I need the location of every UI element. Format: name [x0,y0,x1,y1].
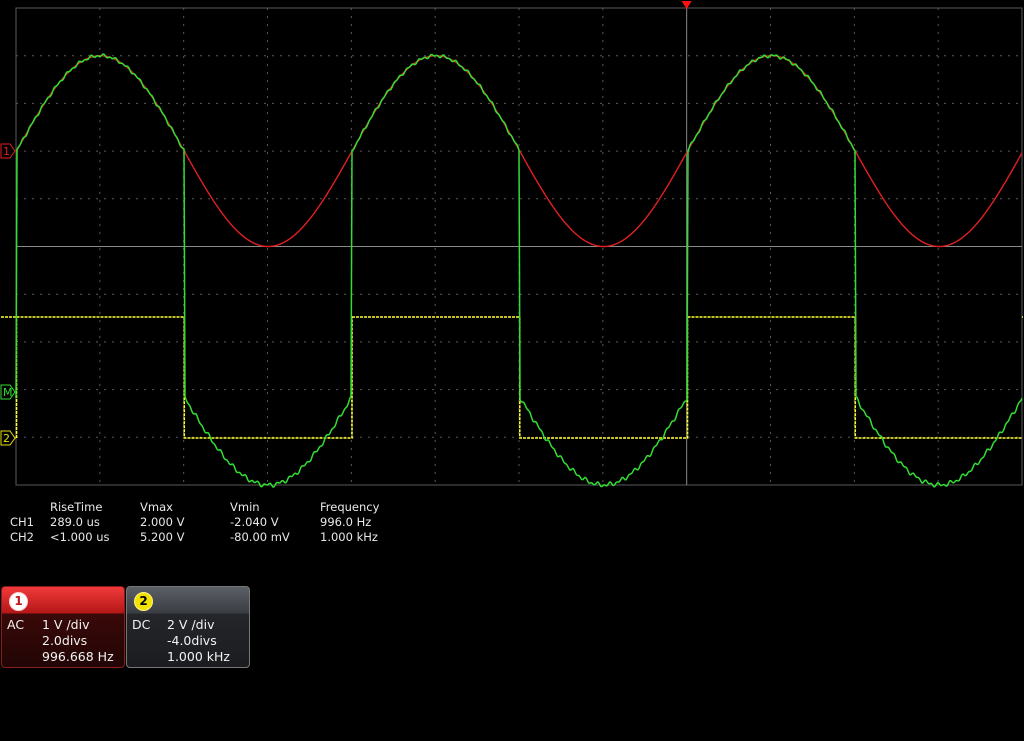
header-risetime: RiseTime [50,500,103,514]
risetime-value: <1.000 us [50,530,110,544]
channel-1-scale: 1 V /div [42,617,90,632]
header-frequency: Frequency [320,500,380,514]
channel-2-offset: -4.0divs [167,633,217,648]
header-vmax: Vmax [140,500,173,514]
math-marker: M [0,384,16,400]
channel-markers[interactable]: 1 M 2 [0,1,692,446]
svg-text:2: 2 [3,432,10,445]
channel-1-coupling: AC [7,617,25,632]
channel-2-coupling: DC [132,617,151,632]
waveform-traces [0,53,1023,488]
channel-1-frequency: 996.668 Hz [42,649,114,664]
vmin-value: -80.00 mV [230,530,290,544]
waveform-display[interactable]: 1 M 2 [0,0,1024,490]
channel-1-marker: 1 [0,143,16,159]
vmax-value: 5.200 V [140,530,185,544]
channel-1-settings-box[interactable]: 1 AC 1 V /div 2.0divs 996.668 Hz [1,586,125,668]
row-channel: CH2 [10,530,34,544]
channel-1-header: 1 [2,587,124,614]
svg-text:M: M [3,386,13,399]
channel-1-offset: 2.0divs [42,633,88,648]
channel-2-marker: 2 [0,430,16,446]
channel-2-scale: 2 V /div [167,617,215,632]
risetime-value: 289.0 us [50,515,100,529]
channel-2-settings-box[interactable]: 2 DC 2 V /div -4.0divs 1.000 kHz [126,586,250,668]
channel-2-frequency: 1.000 kHz [167,649,230,664]
svg-text:1: 1 [3,145,10,158]
frequency-value: 1.000 kHz [320,530,378,544]
header-vmin: Vmin [230,500,260,514]
row-channel: CH1 [10,515,34,529]
vmax-value: 2.000 V [140,515,185,529]
frequency-value: 996.0 Hz [320,515,372,529]
channel-1-badge: 1 [9,592,28,611]
channel-2-header: 2 [127,587,249,614]
channel-2-badge: 2 [134,592,153,611]
vmin-value: -2.040 V [230,515,279,529]
